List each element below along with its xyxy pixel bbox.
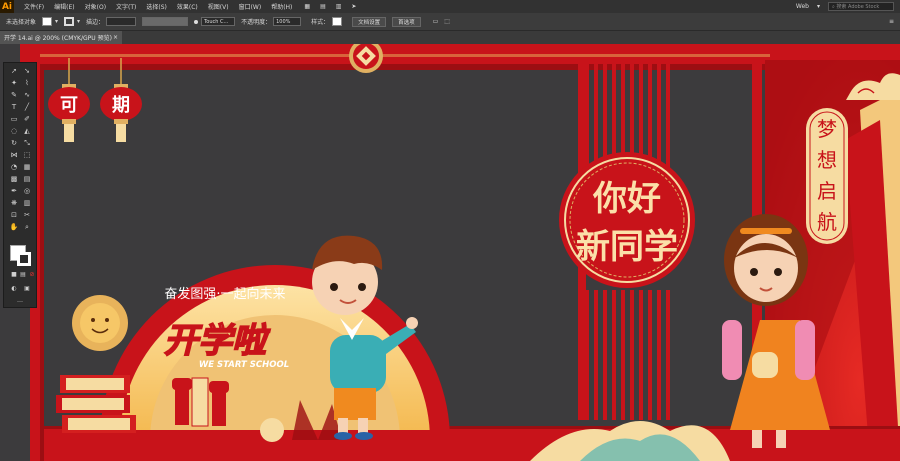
perspective-grid-tool-icon[interactable]: ▦ [22,163,32,171]
chevron-down-icon[interactable]: ▾ [55,18,58,25]
stroke-label: 描边： [86,19,105,26]
fill-control[interactable]: ▾ [42,17,58,26]
chevron-down-icon[interactable]: ▾ [817,3,820,10]
arch-slogan: 奋发图强·一起向未来 [164,286,285,302]
brush-control[interactable]: Touch C... [194,17,236,26]
artboard-canvas[interactable]: 可 期 你好 新同学 梦 想 启 航 奋发图强·一起向未来 开学啦 WE STA… [0,44,900,461]
variable-width-field[interactable] [142,17,189,26]
hand-tool-icon[interactable]: ✋ [9,223,19,231]
stroke-swatch[interactable] [64,17,75,26]
artwork: 可 期 你好 新同学 梦 想 启 航 奋发图强·一起向未来 开学啦 WE STA… [0,44,900,461]
blend-tool-icon[interactable]: ◎ [22,187,32,195]
stroke-color-box[interactable] [17,252,31,266]
type-tool-icon[interactable]: T [9,103,19,111]
arrange-icon[interactable]: ▥ [336,3,342,10]
vertical-char-1: 梦 [817,117,837,141]
document-tab-title: 开学 14.ai @ 200% (CMYK/GPU 预览) [4,35,112,42]
menu-effect[interactable]: 效果(C) [177,2,198,11]
greeting-medallion [559,152,695,288]
transform-icon[interactable]: ⬚ [444,18,450,25]
zoom-tool-icon[interactable]: ⌕ [22,223,32,231]
chevron-down-icon[interactable]: ▾ [77,18,80,25]
style-label: 样式： [311,19,330,26]
bridge-icon[interactable]: ▦ [304,3,310,10]
lantern-left-text: 可 [60,95,78,116]
app-logo: Ai [0,0,14,13]
fill-swatch[interactable] [42,17,53,26]
brush-dot-icon [194,19,199,24]
eyedropper-tool-icon[interactable]: ✒ [9,187,19,195]
workspace-switcher[interactable]: Web [796,3,809,10]
document-tabbar: 开学 14.ai @ 200% (CMYK/GPU 预览) × [0,31,900,45]
shaper-tool-icon[interactable]: ◌ [9,127,19,135]
pen-tool-icon[interactable]: ✎ [9,91,19,99]
selection-tool-icon[interactable]: ➚ [9,67,19,75]
vertical-char-2: 想 [817,148,837,172]
greeting-line-1: 你好 [592,179,661,219]
scale-tool-icon[interactable]: ⤡ [22,139,32,147]
menu-edit[interactable]: 编辑(E) [54,2,74,11]
title-text: 开学啦 [164,321,271,361]
slice-tool-icon[interactable]: ✂ [22,211,32,219]
curvature-tool-icon[interactable]: ∿ [22,91,32,99]
draw-mode-icon[interactable]: ◐ [9,285,19,293]
artboard-tool-icon[interactable]: ⊡ [9,211,19,219]
style-swatch[interactable] [332,17,343,26]
greeting-line-2: 新同学 [576,227,678,267]
opacity-label: 不透明度： [241,19,272,26]
vertical-char-3: 启 [817,179,837,203]
mesh-tool-icon[interactable]: ▩ [9,175,19,183]
free-transform-tool-icon[interactable]: ⬚ [22,151,32,159]
subtitle-text: WE START SCHOOL [199,360,289,370]
none-mode-icon[interactable]: ⊘ [27,271,37,279]
paintbrush-tool-icon[interactable]: ✐ [22,115,32,123]
menu-help[interactable]: 帮助(H) [271,2,292,11]
tab-document[interactable]: 开学 14.ai @ 200% (CMYK/GPU 预览) × [0,31,122,44]
menu-type[interactable]: 文字(T) [116,2,136,11]
magic-wand-tool-icon[interactable]: ✦ [9,79,19,87]
rotate-tool-icon[interactable]: ↻ [9,139,19,147]
screen-mode-icon[interactable]: ▣ [22,285,32,293]
brush-field[interactable]: Touch C... [201,17,236,26]
sun-illustration [72,295,128,351]
preferences-button[interactable]: 首选项 [392,16,421,27]
symbol-sprayer-tool-icon[interactable]: ❋ [9,199,19,207]
menu-view[interactable]: 视图(V) [208,2,229,11]
document-settings-button[interactable]: 文档设置 [352,16,387,27]
eraser-tool-icon[interactable]: ◭ [22,127,32,135]
width-tool-icon[interactable]: ⋈ [9,151,19,159]
books-illustration [56,375,136,433]
selection-status: 未选择对象 [6,19,37,26]
tools-panel: ➚ ➘ ✦ ⌇ ✎ ∿ T ╱ ▭ ✐ ◌ ◭ ↻ ⤡ ⋈ ⬚ ◔ ▦ ▩ ▤ … [3,62,37,308]
menu-window[interactable]: 窗口(W) [239,2,262,11]
stock-icon[interactable]: ▤ [320,3,326,10]
send-icon[interactable]: ➤ [351,3,356,10]
menu-bar: Ai 文件(F) 编辑(E) 对象(O) 文字(T) 选择(S) 效果(C) 视… [0,0,900,13]
lantern-right-text: 期 [112,95,130,116]
direct-selection-tool-icon[interactable]: ➘ [22,67,32,75]
graph-tool-icon[interactable]: ▥ [22,199,32,207]
rectangle-tool-icon[interactable]: ▭ [9,115,19,123]
panel-menu-icon[interactable]: ≡ [889,18,894,25]
edit-toolbar-icon[interactable]: … [15,297,25,305]
vertical-char-4: 航 [817,210,837,234]
gradient-tool-icon[interactable]: ▤ [22,175,32,183]
menu-file[interactable]: 文件(F) [24,2,44,11]
shape-builder-tool-icon[interactable]: ◔ [9,163,19,171]
align-icon[interactable]: ▭ [433,18,439,25]
control-bar: 未选择对象 ▾ ▾ 描边： Touch C... 不透明度： 100% 样式： … [0,13,900,31]
close-icon[interactable]: × [113,34,118,41]
stroke-weight-field[interactable] [106,17,137,26]
search-placeholder: 搜索 Adobe Stock [836,4,880,10]
fists-illustration [172,377,229,427]
stroke-control[interactable]: ▾ [64,17,80,26]
menu-select[interactable]: 选择(S) [146,2,167,11]
search-input[interactable]: ⌕ 搜索 Adobe Stock [828,2,894,11]
line-tool-icon[interactable]: ╱ [22,103,32,111]
lasso-tool-icon[interactable]: ⌇ [22,79,32,87]
opacity-field[interactable]: 100% [273,17,302,26]
menu-object[interactable]: 对象(O) [85,2,106,11]
